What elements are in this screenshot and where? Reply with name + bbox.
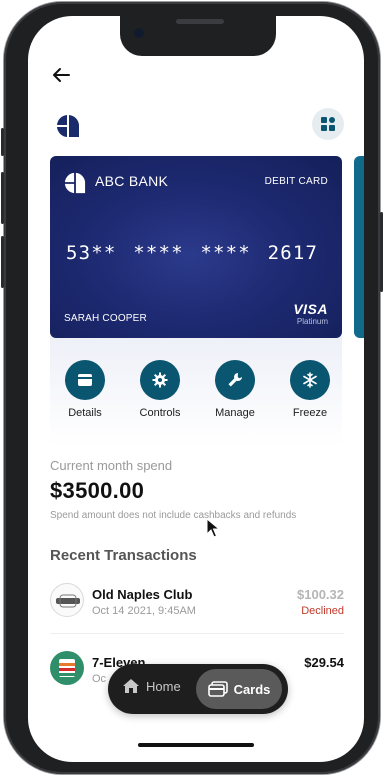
details-button[interactable]: Details <box>50 360 120 419</box>
card-number: 53** **** **** 2617 <box>66 242 319 264</box>
cards-icon <box>207 681 228 697</box>
volume-down-button <box>1 236 4 288</box>
manage-icon-circle <box>215 360 255 400</box>
next-card-peek[interactable] <box>354 156 364 338</box>
nav-home-label: Home <box>146 678 181 694</box>
transaction-row[interactable]: Old Naples Club Oct 14 2021, 9:45AM $100… <box>50 583 344 623</box>
volume-up-button <box>1 172 4 224</box>
wrench-icon <box>228 373 242 387</box>
manage-button[interactable]: Manage <box>200 360 270 419</box>
mute-switch <box>1 128 4 156</box>
card-tier: Platinum <box>296 317 328 326</box>
grid-icon <box>321 117 335 131</box>
arrow-left-icon[interactable] <box>50 66 72 84</box>
merchant-logo <box>50 651 84 685</box>
spend-caption: Current month spend <box>50 458 173 473</box>
transaction-status: Declined <box>301 605 344 617</box>
debit-card[interactable]: ABC BANK DEBIT CARD 53** **** **** 2617 … <box>50 156 342 338</box>
nav-cards-label: Cards <box>233 681 271 697</box>
merchant-logo <box>50 583 84 617</box>
gear-icon <box>152 372 168 388</box>
details-label: Details <box>68 407 102 419</box>
app-screen: ABC BANK DEBIT CARD 53** **** **** 2617 … <box>28 16 364 762</box>
transaction-date: Oc <box>92 673 107 685</box>
details-icon-circle <box>65 360 105 400</box>
card-type: DEBIT CARD <box>264 176 328 187</box>
bottom-navigation: Home Cards <box>108 664 288 714</box>
spend-note: Spend amount does not include cashbacks … <box>50 510 297 521</box>
freeze-label: Freeze <box>292 407 328 419</box>
freeze-icon-circle <box>290 360 330 400</box>
card-icon <box>78 374 92 386</box>
power-button <box>380 212 383 292</box>
home-icon <box>123 679 139 693</box>
transaction-amount: $100.32 <box>297 587 344 602</box>
controls-icon-circle <box>140 360 180 400</box>
mouse-cursor-icon <box>206 517 221 538</box>
freeze-button[interactable]: Freeze <box>275 360 345 419</box>
spend-amount: $3500.00 <box>50 478 145 503</box>
bank-logo-icon <box>64 172 86 194</box>
grid-menu-button[interactable] <box>312 108 344 140</box>
controls-button[interactable]: Controls <box>125 360 195 419</box>
transaction-merchant: Old Naples Club <box>92 587 193 602</box>
transaction-date: Oct 14 2021, 9:45AM <box>92 605 196 617</box>
nav-cards[interactable]: Cards <box>196 669 282 709</box>
card-bank-name: ABC BANK <box>95 173 169 189</box>
card-holder-name: SARAH COOPER <box>64 313 147 324</box>
notch <box>120 16 276 56</box>
phone-frame: ABC BANK DEBIT CARD 53** **** **** 2617 … <box>1 2 383 774</box>
transaction-amount: $29.54 <box>304 655 344 670</box>
controls-label: Controls <box>139 407 181 419</box>
bank-logo-icon <box>56 114 80 138</box>
divider <box>50 633 344 634</box>
earpiece-speaker <box>176 19 224 24</box>
home-indicator <box>138 743 254 747</box>
recent-transactions-title: Recent Transactions <box>50 547 197 564</box>
manage-label: Manage <box>215 407 255 419</box>
snowflake-icon <box>303 372 317 388</box>
front-camera <box>134 28 144 38</box>
nav-home[interactable]: Home <box>122 678 181 694</box>
card-network-logo: VISA <box>293 301 328 317</box>
